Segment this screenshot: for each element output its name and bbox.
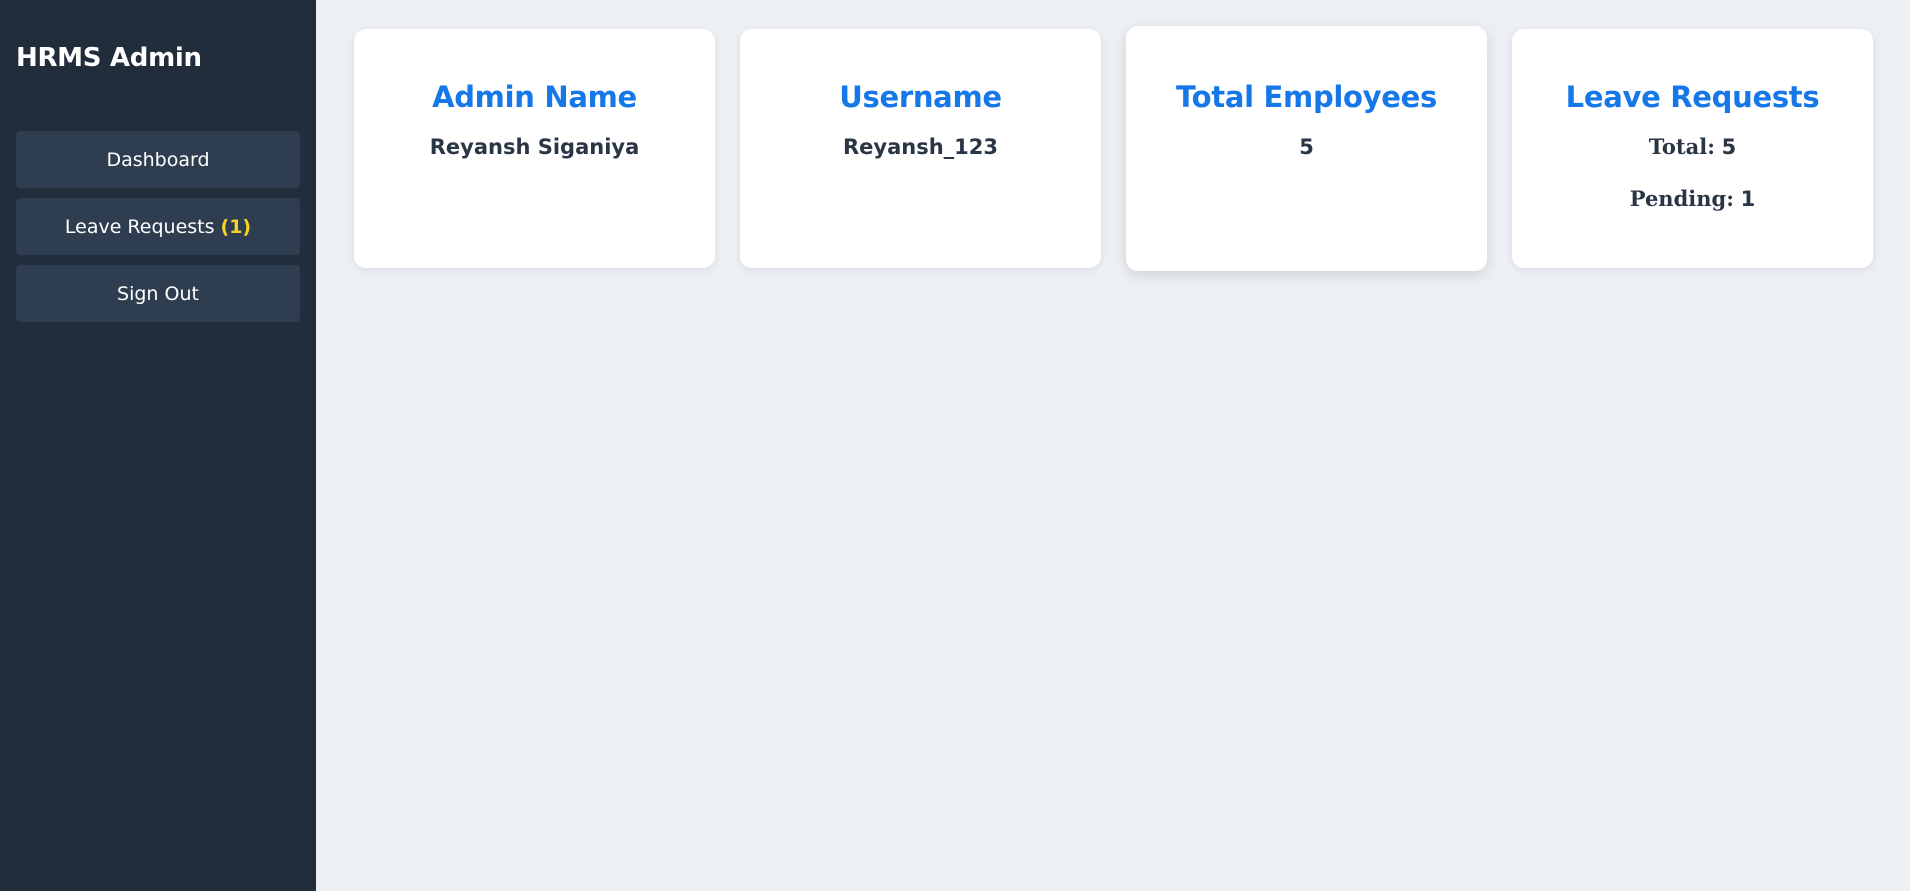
card-title: Username <box>839 80 1002 114</box>
leave-pending-label: Pending: <box>1629 186 1734 211</box>
sidebar-item-dashboard[interactable]: Dashboard <box>16 131 300 188</box>
total-employees-card[interactable]: Total Employees 5 <box>1126 26 1487 271</box>
leave-total-line: Total: 5 <box>1512 134 1873 160</box>
pending-count-badge: (1) <box>220 215 252 238</box>
card-title: Admin Name <box>432 80 637 114</box>
sidebar-item-label: Dashboard <box>106 148 210 171</box>
app-root: HRMS Admin Dashboard Leave Requests (1) … <box>0 0 1910 891</box>
admin-name-value: Reyansh Siganiya <box>429 135 640 159</box>
sidebar-nav: Dashboard Leave Requests (1) Sign Out <box>16 131 300 322</box>
leave-pending-line: Pending: 1 <box>1512 186 1873 212</box>
card-title: Leave Requests <box>1565 80 1820 114</box>
card-title: Total Employees <box>1176 80 1437 114</box>
leave-total-label: Total: <box>1648 134 1715 159</box>
stat-cards: Admin Name Reyansh Siganiya Username Rey… <box>354 26 1873 271</box>
sidebar-item-label: Leave Requests <box>64 215 215 238</box>
leave-requests-card: Leave Requests Total: 5 Pending: 1 <box>1512 29 1873 268</box>
sidebar-item-sign-out[interactable]: Sign Out <box>16 265 300 322</box>
sidebar-item-label: Sign Out <box>117 282 199 305</box>
sidebar: HRMS Admin Dashboard Leave Requests (1) … <box>0 0 316 891</box>
total-employees-value: 5 <box>1299 135 1314 159</box>
username-card: Username Reyansh_123 <box>740 29 1101 268</box>
admin-name-card: Admin Name Reyansh Siganiya <box>354 29 715 268</box>
main-content: Admin Name Reyansh Siganiya Username Rey… <box>316 0 1910 891</box>
sidebar-title: HRMS Admin <box>16 43 202 73</box>
leave-total-value: 5 <box>1721 135 1737 159</box>
sidebar-item-leave-requests[interactable]: Leave Requests (1) <box>16 198 300 255</box>
username-value: Reyansh_123 <box>842 135 998 159</box>
leave-pending-value: 1 <box>1740 187 1756 211</box>
